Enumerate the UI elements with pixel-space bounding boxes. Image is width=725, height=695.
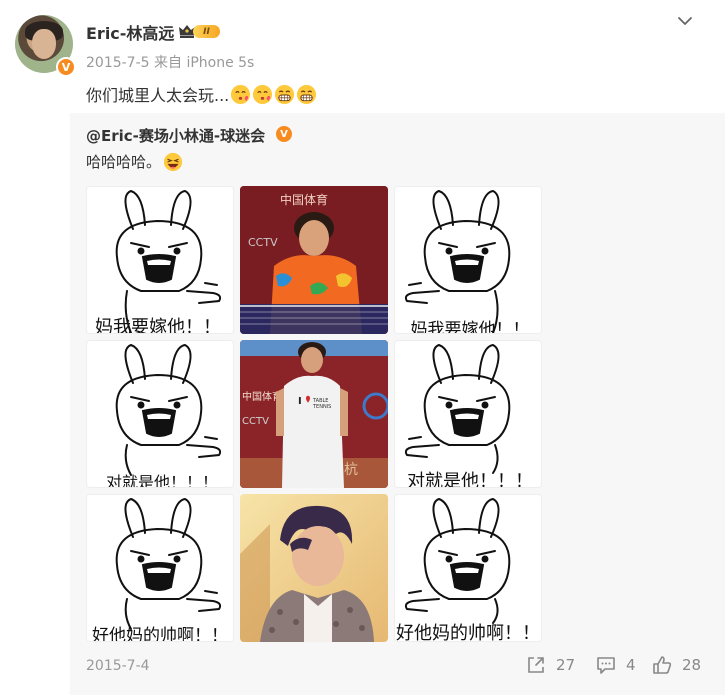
player-photo: [240, 494, 388, 642]
rabbit-meme-drawing: [115, 343, 222, 476]
meme-image[interactable]: 妈我要嫁他！！: [86, 186, 234, 334]
comment-icon: [597, 657, 615, 674]
kiss-face-emoji: [253, 84, 273, 104]
svg-text:杭: 杭: [344, 462, 358, 478]
avatar-face: [32, 29, 56, 59]
meme-caption: 对就是他！！！: [105, 473, 218, 488]
post-meta: 2015-7-5 来自 iPhone 5s: [86, 55, 255, 71]
grin-face-emoji: [275, 84, 295, 104]
level-badge: II: [193, 25, 220, 38]
photo-player-orange[interactable]: 中国体育 CCTV: [240, 186, 388, 334]
weibo-post-card: V Eric-林高远 II 2015-7-5 来自 iPhone 5s 你们城里…: [0, 0, 725, 695]
player-photo: 中国体育 CCTV: [240, 186, 388, 334]
photo-player-white[interactable]: 中国体育 CCTV I TABLE TENNIS 杭: [240, 340, 388, 488]
meme-caption: 妈我要嫁他！！: [95, 317, 221, 334]
svg-text:CCTV: CCTV: [248, 236, 278, 249]
rabbit-meme-drawing: [404, 189, 511, 333]
meme-image[interactable]: 对就是他！！！: [86, 340, 234, 488]
svg-text:中国体育: 中国体育: [280, 192, 328, 207]
repost-count: 27: [556, 656, 576, 674]
meme-image[interactable]: 妈我要嫁他！！: [394, 186, 542, 334]
svg-text:TENNIS: TENNIS: [312, 404, 331, 410]
player-photo: 中国体育 CCTV I TABLE TENNIS 杭: [240, 340, 388, 488]
repost-username[interactable]: @Eric-赛场小林通-球迷会: [86, 125, 265, 146]
meme-image[interactable]: 对就是他！！！: [394, 340, 542, 488]
rabbit-meme-drawing: [115, 497, 222, 630]
repost-text: 哈哈哈哈。: [86, 151, 183, 172]
kiss-face-emoji: [231, 84, 251, 104]
meme-caption: 对就是他！！！: [407, 471, 533, 488]
membership-badge[interactable]: II: [178, 23, 220, 39]
svg-text:CCTV: CCTV: [242, 416, 269, 427]
repost-date: 2015-7-4: [86, 658, 150, 674]
verified-icon: V: [276, 126, 292, 142]
repost-text-content: 哈哈哈哈。: [86, 153, 162, 171]
laugh-face-emoji: [163, 152, 183, 171]
avatar[interactable]: V: [15, 15, 76, 77]
like-count: 28: [682, 656, 702, 674]
repost-button[interactable]: 27: [526, 655, 575, 675]
verified-icon: V: [56, 57, 76, 77]
meme-image[interactable]: 好他妈的帅啊！！: [394, 494, 542, 642]
grin-face-emoji: [297, 84, 317, 104]
image-grid: 妈我要嫁他！！ 中国体育 CCTV 妈我要嫁他！！ 对就是他！！！ 中国体育 C…: [86, 186, 542, 642]
comment-button[interactable]: 4: [596, 655, 636, 675]
post-username[interactable]: Eric-林高远: [86, 20, 174, 44]
meme-caption: 好他妈的帅啊！！: [396, 623, 540, 642]
rabbit-meme-drawing: [404, 343, 511, 474]
photo-player-selfie[interactable]: [240, 494, 388, 642]
post-text-content: 你们城里人太会玩...: [86, 86, 230, 105]
post-text: 你们城里人太会玩...: [86, 82, 317, 106]
svg-text:I: I: [298, 396, 302, 407]
like-button[interactable]: 28: [652, 655, 701, 675]
meme-caption: 好他妈的帅啊！！: [92, 626, 228, 642]
meme-caption: 妈我要嫁他！！: [410, 320, 530, 334]
repost-block[interactable]: @Eric-赛场小林通-球迷会 V 哈哈哈哈。 妈我要嫁他！！ 中国体育 CCT…: [70, 113, 725, 695]
chevron-down-icon[interactable]: [676, 12, 694, 30]
thumbs-up-icon: [653, 656, 672, 674]
comment-count: 4: [626, 656, 636, 674]
rabbit-meme-drawing: [115, 189, 222, 333]
share-icon: [528, 657, 544, 673]
meme-image[interactable]: 好他妈的帅啊！！: [86, 494, 234, 642]
